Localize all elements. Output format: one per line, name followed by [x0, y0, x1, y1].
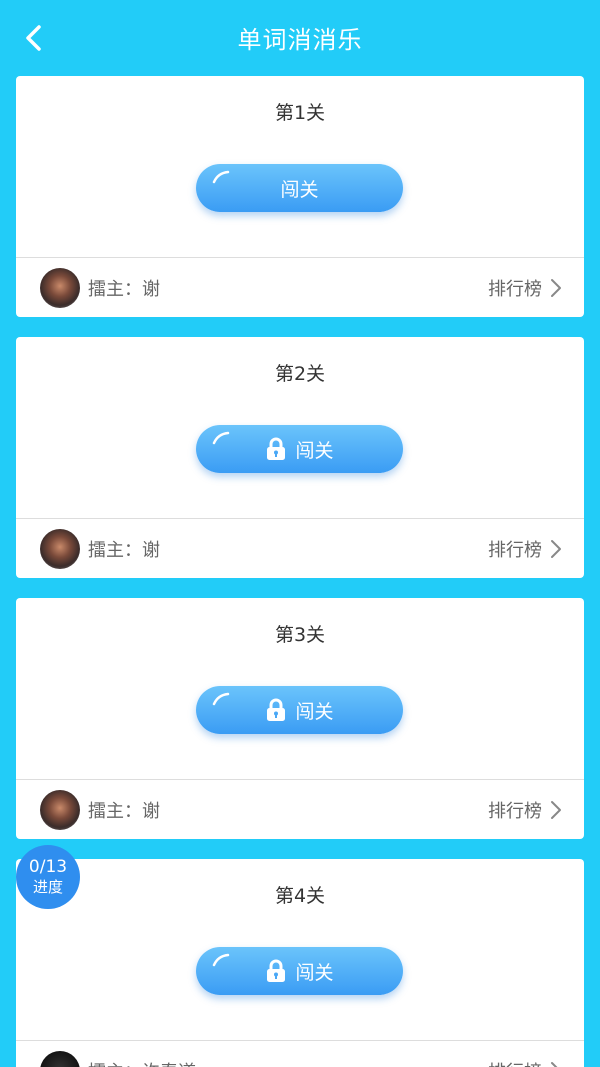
button-shine-decoration [212, 431, 230, 445]
leaderboard-link[interactable]: 排行榜 [488, 275, 562, 301]
avatar [40, 789, 80, 830]
avatar [40, 267, 80, 308]
level-card-3: 第3关 闯关 擂主：谢 排行榜 [16, 598, 584, 839]
challenge-button-label: 闯关 [295, 961, 334, 984]
button-shine-decoration [212, 170, 230, 184]
level-title: 第3关 [274, 624, 326, 646]
challenge-button[interactable]: 闯关 [196, 164, 403, 212]
chevron-right-icon [551, 539, 561, 558]
card-footer: 擂主：谢 排行榜 [16, 780, 584, 839]
challenge-button[interactable]: 闯关 [196, 686, 403, 734]
page-title: 单词消消乐 [237, 25, 363, 54]
level-title: 第4关 [274, 885, 326, 907]
lock-icon [267, 437, 286, 460]
host-label: 擂主：谢 [88, 278, 160, 300]
host-label: 擂主：许春道 [88, 1058, 196, 1067]
card-footer: 擂主：谢 排行榜 [16, 519, 584, 578]
chevron-right-icon [551, 1061, 558, 1067]
top-bar: 单词消消乐 [0, 0, 600, 74]
leaderboard-link[interactable]: 排行榜 [488, 536, 562, 562]
level-title: 第2关 [274, 363, 326, 385]
chevron-right-icon [551, 800, 561, 819]
leaderboard-label: 排行榜 [488, 800, 542, 822]
app-root: 单词消消乐 第1关 闯关 擂主：谢 排行榜 第2关 闯关 擂主：谢 排行榜 第3… [0, 0, 600, 1067]
lock-icon [267, 959, 286, 982]
chevron-right-icon [551, 278, 561, 297]
leaderboard-link[interactable]: 排行榜 [488, 1058, 562, 1067]
avatar [40, 528, 80, 569]
leaderboard-link[interactable]: 排行榜 [488, 797, 562, 823]
lock-icon [267, 698, 286, 721]
avatar [40, 1050, 80, 1067]
challenge-button-label: 闯关 [295, 439, 334, 462]
progress-label: 进度 [32, 878, 63, 896]
chevron-left-icon [26, 25, 41, 51]
challenge-button[interactable]: 闯关 [196, 947, 403, 995]
level-card-1: 第1关 闯关 擂主：谢 排行榜 [16, 76, 584, 317]
button-shine-decoration [212, 953, 230, 967]
card-footer: 擂主：许春道 排行榜 [16, 1041, 584, 1067]
progress-count: 0/13 [28, 857, 68, 877]
leaderboard-label: 排行榜 [488, 1058, 542, 1067]
progress-badge: 0/13 进度 [16, 845, 80, 909]
level-card-2: 第2关 闯关 擂主：谢 排行榜 [16, 337, 584, 578]
challenge-button-label: 闯关 [280, 178, 319, 201]
level-card-4: 第4关 闯关 擂主：许春道 排行榜 [16, 859, 584, 1067]
back-button[interactable] [14, 18, 54, 58]
challenge-button[interactable]: 闯关 [196, 425, 403, 473]
card-footer: 擂主：谢 排行榜 [16, 258, 584, 317]
button-shine-decoration [212, 692, 230, 706]
host-label: 擂主：谢 [88, 539, 160, 561]
level-title: 第1关 [274, 102, 326, 124]
leaderboard-label: 排行榜 [488, 278, 542, 300]
host-label: 擂主：谢 [88, 800, 160, 822]
challenge-button-label: 闯关 [295, 700, 334, 723]
leaderboard-label: 排行榜 [488, 539, 542, 561]
